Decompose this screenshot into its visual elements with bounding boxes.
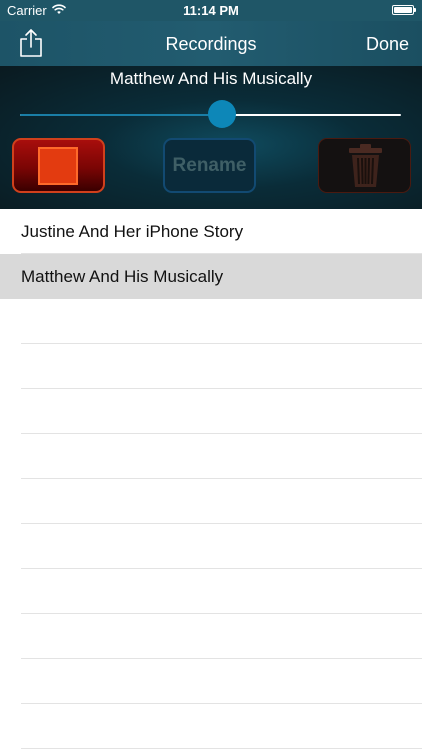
empty-row bbox=[0, 434, 422, 479]
stop-icon bbox=[38, 147, 78, 185]
share-icon[interactable] bbox=[18, 28, 44, 58]
empty-row bbox=[0, 569, 422, 614]
trash-icon bbox=[349, 144, 382, 187]
empty-row bbox=[0, 479, 422, 524]
battery-level bbox=[394, 7, 412, 13]
empty-row bbox=[0, 344, 422, 389]
nav-bar: Recordings Done bbox=[0, 21, 422, 66]
stop-button[interactable] bbox=[12, 138, 105, 193]
page-title: Recordings bbox=[165, 34, 257, 54]
delete-button[interactable] bbox=[318, 138, 411, 193]
empty-row bbox=[0, 299, 422, 344]
recordings-list: Justine And Her iPhone Story Matthew And… bbox=[0, 209, 422, 750]
empty-row bbox=[0, 659, 422, 704]
empty-row bbox=[0, 389, 422, 434]
slider-thumb[interactable] bbox=[207, 100, 236, 128]
battery-icon bbox=[392, 5, 416, 15]
empty-row bbox=[0, 614, 422, 659]
carrier-label: Carrier bbox=[7, 3, 47, 18]
now-playing-title: Matthew And His Musically bbox=[109, 69, 313, 88]
recording-row[interactable]: Justine And Her iPhone Story bbox=[0, 209, 422, 254]
status-bar: Carrier 11:14 PM bbox=[0, 0, 422, 21]
recording-name: Justine And Her iPhone Story bbox=[21, 222, 244, 241]
playback-slider[interactable] bbox=[20, 100, 401, 128]
rename-label: Rename bbox=[172, 154, 247, 176]
player-panel: Matthew And His Musically Rename bbox=[0, 66, 422, 209]
empty-row bbox=[0, 704, 422, 749]
recording-name: Matthew And His Musically bbox=[21, 267, 224, 286]
slider-track-min bbox=[20, 114, 222, 116]
recording-row-selected[interactable]: Matthew And His Musically bbox=[0, 254, 422, 299]
wifi-icon bbox=[52, 4, 66, 14]
done-button[interactable]: Done bbox=[366, 34, 409, 55]
empty-row bbox=[0, 524, 422, 569]
rename-button[interactable]: Rename bbox=[163, 138, 256, 193]
